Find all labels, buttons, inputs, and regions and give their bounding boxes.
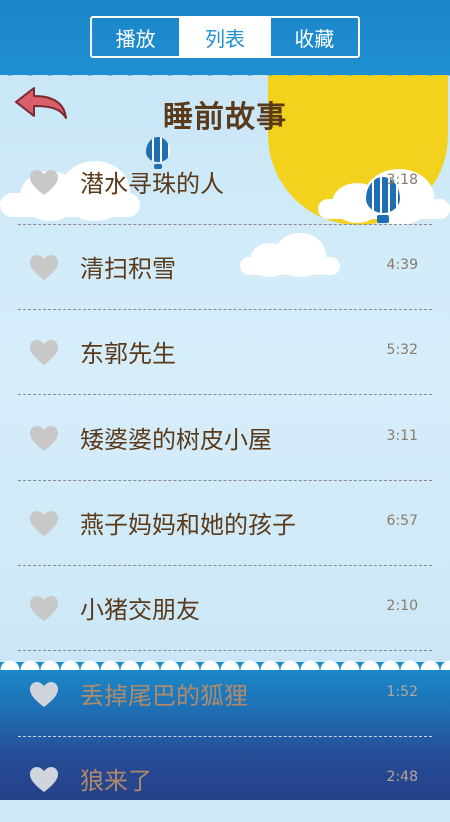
story-row[interactable]: 狼来了 2:48 — [0, 737, 450, 822]
heart-icon[interactable] — [30, 682, 58, 708]
story-title: 狼来了 — [80, 767, 152, 795]
heart-icon[interactable] — [30, 767, 58, 793]
heart-icon[interactable] — [30, 170, 58, 196]
story-title: 小猪交朋友 — [80, 596, 200, 624]
story-duration: 5:32 — [386, 342, 418, 358]
heart-icon[interactable] — [30, 340, 58, 366]
story-title: 矮婆婆的树皮小屋 — [80, 426, 272, 454]
story-title: 潜水寻珠的人 — [80, 170, 224, 198]
story-row[interactable]: 潜水寻珠的人 3:18 — [0, 140, 450, 225]
story-row[interactable]: 丢掉尾巴的狐狸 1:52 — [0, 652, 450, 737]
story-row[interactable]: 小猪交朋友 2:10 — [0, 566, 450, 651]
story-title: 东郭先生 — [80, 340, 176, 368]
story-title: 清扫积雪 — [80, 255, 176, 283]
top-bar: 播放 列表 收藏 — [0, 0, 450, 75]
tab-list[interactable]: 列表 — [179, 18, 269, 56]
story-duration: 2:10 — [386, 598, 418, 614]
story-duration: 2:48 — [386, 769, 418, 785]
sky-scallop-edge — [0, 66, 450, 80]
tab-favorites[interactable]: 收藏 — [268, 18, 358, 56]
row-divider — [18, 650, 432, 651]
story-duration: 6:57 — [386, 513, 418, 529]
row-divider — [18, 394, 432, 395]
heart-icon[interactable] — [30, 426, 58, 452]
story-duration: 3:11 — [386, 428, 418, 444]
story-row[interactable]: 东郭先生 5:32 — [0, 310, 450, 395]
story-title: 燕子妈妈和她的孩子 — [80, 511, 296, 539]
tab-play[interactable]: 播放 — [92, 18, 179, 56]
story-row[interactable]: 清扫积雪 4:39 — [0, 225, 450, 310]
story-row[interactable]: 矮婆婆的树皮小屋 3:11 — [0, 396, 450, 481]
story-duration: 3:18 — [386, 172, 418, 188]
heart-icon[interactable] — [30, 511, 58, 537]
tab-switcher: 播放 列表 收藏 — [90, 16, 360, 58]
heart-icon[interactable] — [30, 596, 58, 622]
heart-icon[interactable] — [30, 255, 58, 281]
page-title: 睡前故事 — [163, 100, 287, 135]
story-title: 丢掉尾巴的狐狸 — [80, 682, 248, 710]
story-duration: 4:39 — [386, 257, 418, 273]
story-row[interactable]: 燕子妈妈和她的孩子 6:57 — [0, 481, 450, 566]
story-duration: 1:52 — [386, 684, 418, 700]
